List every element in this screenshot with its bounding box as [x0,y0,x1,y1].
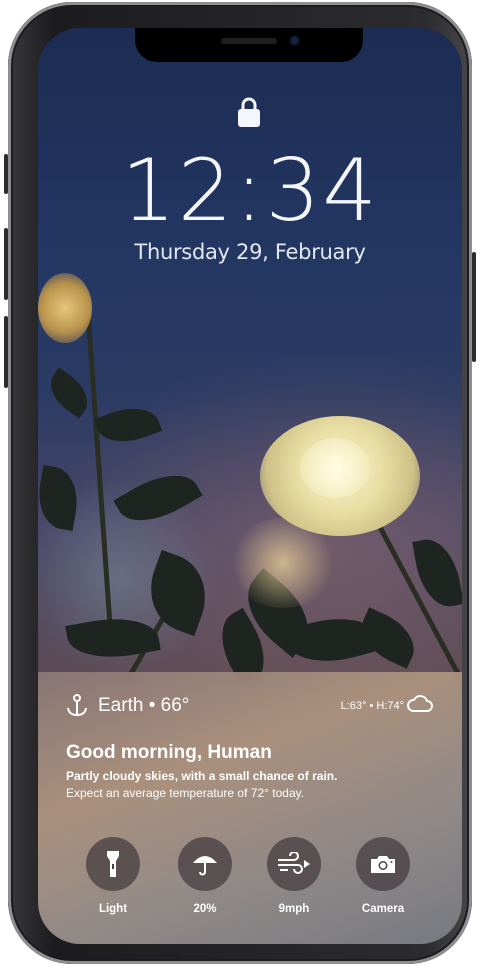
anchor-icon [67,694,87,717]
wind-icon [278,852,310,874]
camera-button-circle[interactable] [356,837,410,891]
volume-down-button[interactable] [4,316,8,388]
wind-speed-label: 9mph [278,903,310,915]
rain-chance-label: 20% [193,903,217,915]
wind-speed-button-circle[interactable] [267,837,321,891]
weather-high-low: L:63° • H:74° [340,700,404,712]
lock-icon [238,97,260,127]
flashlight-button-circle[interactable] [86,837,140,891]
flashlight-button[interactable]: Light [86,837,140,915]
lockscreen-date: Thursday 29, February [134,240,366,264]
umbrella-icon [193,856,217,876]
flashlight-icon [107,851,119,877]
wind-speed-button[interactable]: 9mph [267,837,321,915]
rain-chance-button-circle[interactable] [178,837,232,891]
camera-button[interactable]: Camera [356,837,410,915]
phone-frame: 12:34 Thursday 29, February Earth • 66° … [4,2,476,964]
forecast-detail: Expect an average temperature of 72° tod… [66,786,305,800]
weather-location-temp: Earth • 66° [98,695,190,716]
lockscreen-time: 12:34 [121,141,379,241]
cloud-icon [407,695,433,712]
forecast-summary: Partly cloudy skies, with a small chance… [66,769,338,783]
power-button[interactable] [472,252,476,362]
flashlight-label: Light [98,903,128,915]
weather-location-row: Earth • 66° [66,692,189,720]
volume-up-button[interactable] [4,228,8,300]
greeting-title: Good morning, Human [66,742,272,763]
lock-screen: 12:34 Thursday 29, February Earth • 66° … [38,28,462,944]
camera-label: Camera [361,903,405,915]
weather-widget-panel: Earth • 66° L:63° • H:74° Good morning, … [38,672,462,944]
front-camera [289,35,300,46]
camera-icon [371,856,395,873]
earpiece-speaker [221,38,277,44]
mute-switch [4,154,8,194]
notch [135,28,363,62]
rain-chance-button[interactable]: 20% [178,837,232,915]
